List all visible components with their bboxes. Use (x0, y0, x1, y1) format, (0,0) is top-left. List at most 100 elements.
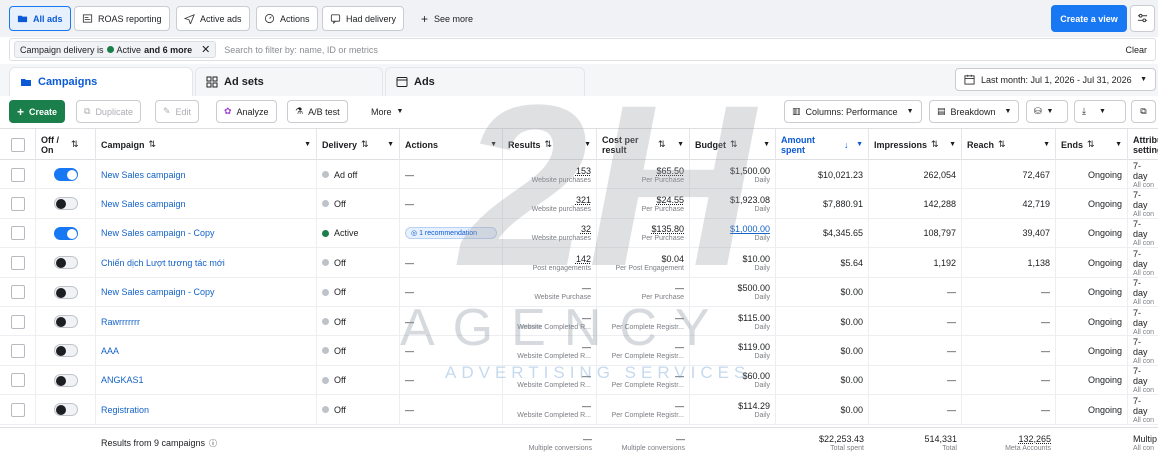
row-checkbox[interactable] (10, 343, 25, 358)
close-icon[interactable]: ✕ (201, 43, 210, 56)
sort-icon: ⇅ (931, 139, 939, 149)
delivery-filter-chip[interactable]: Campaign delivery is Active and 6 more ✕ (14, 41, 217, 58)
header-impressions[interactable]: Impressions ⇅ ▼ (869, 129, 962, 160)
campaign-toggle[interactable] (53, 197, 78, 211)
clear-filter-button[interactable]: Clear (1125, 45, 1147, 55)
header-actions[interactable]: Actions ▼ (400, 129, 503, 160)
campaign-name-link[interactable]: New Sales campaign (101, 199, 311, 209)
campaign-name-link[interactable]: ANGKAS1 (101, 375, 311, 385)
campaign-name-link[interactable]: New Sales campaign - Copy (101, 228, 311, 238)
campaign-toggle[interactable] (53, 226, 78, 240)
campaign-name-link[interactable]: Registration (101, 405, 311, 415)
row-checkbox[interactable] (10, 255, 25, 270)
roas-reporting-tab[interactable]: ROAS reporting (74, 6, 170, 31)
row-checkbox[interactable] (10, 285, 25, 300)
had-delivery-tab[interactable]: Had delivery (322, 6, 405, 31)
row-cost-cell: — Per Complete Registr... (597, 336, 690, 366)
row-budget-cell: $500.00 Daily (690, 277, 776, 307)
table-row[interactable]: AAA Off — — Website Completed R... — Per Compl… (0, 336, 1158, 366)
header-cost-per-result[interactable]: Cost per result ⇅ ▼ (597, 129, 690, 160)
campaign-toggle[interactable] (53, 315, 78, 328)
footer-amount-spent: $22,253.43 Total spent (818, 434, 864, 452)
row-checkbox[interactable] (10, 196, 25, 211)
table-row[interactable]: Registration Off — — Website Completed R... —… (0, 395, 1158, 425)
row-amount-spent-cell: $0.00 (776, 395, 869, 425)
row-impressions-cell: 262,054 (869, 160, 962, 189)
plus-icon: + (421, 11, 429, 26)
header-ends[interactable]: Ends ⇅ ▼ (1056, 129, 1128, 160)
all-ads-tab[interactable]: All ads (9, 6, 71, 31)
more-dropdown[interactable]: More ▼ (364, 100, 411, 123)
campaign-name-link[interactable]: AAA (101, 346, 311, 356)
row-budget-cell: $10.00 Daily (690, 248, 776, 278)
row-checkbox[interactable] (10, 402, 25, 417)
analyze-button[interactable]: ✿ Analyze (216, 100, 277, 123)
toggle-knob (55, 258, 66, 269)
see-more-tab[interactable]: + See more (421, 6, 473, 31)
row-campaign-cell: New Sales campaign (96, 160, 317, 189)
reports-dropdown[interactable]: ⛁ ▼ (1026, 100, 1068, 123)
recommendation-badge[interactable]: ◎ 1 recommendation (405, 227, 497, 240)
campaign-name-link[interactable]: Chiến dịch Lượt tương tác mới (101, 258, 311, 268)
campaign-toggle[interactable] (53, 256, 78, 270)
active-ads-tab[interactable]: Active ads (176, 6, 250, 31)
row-checkbox[interactable] (10, 373, 25, 388)
row-checkbox[interactable] (10, 226, 25, 241)
delivery-status-dot (322, 288, 329, 296)
header-reach[interactable]: Reach ⇅ ▼ (962, 129, 1056, 160)
row-cost-cell: — Per Complete Registr... (597, 307, 690, 336)
view-settings-button[interactable] (1130, 5, 1155, 32)
tab-ad-sets[interactable]: Ad sets (195, 67, 383, 96)
campaign-toggle[interactable] (53, 344, 78, 358)
date-range-picker[interactable]: Last month: Jul 1, 2026 - Jul 31, 2026 ▼ (955, 68, 1156, 91)
tab-campaigns[interactable]: Campaigns (9, 67, 193, 96)
campaign-folder-icon (21, 79, 31, 86)
columns-dropdown[interactable]: ▥ Columns: Performance ▼ (784, 100, 922, 123)
header-results[interactable]: Results ⇅ ▼ (503, 129, 597, 160)
create-button[interactable]: + Create (9, 100, 66, 123)
header-campaign[interactable]: Campaign ⇅ ▼ (96, 129, 317, 160)
table-row[interactable]: New Sales campaign - Copy Active ◎ 1 recom… (0, 218, 1158, 249)
header-budget[interactable]: Budget ⇅ ▼ (690, 129, 776, 160)
campaign-toggle[interactable] (53, 403, 78, 417)
row-cost-cell: — Per Complete Registr... (597, 365, 690, 395)
table-row[interactable]: New Sales campaign Off —321 Website purchas… (0, 189, 1158, 219)
tab-ads[interactable]: Ads (385, 67, 585, 96)
row-select-cell (0, 336, 36, 366)
campaign-toggle[interactable] (53, 373, 78, 387)
row-reach-cell: — (962, 277, 1056, 307)
select-all-checkbox[interactable] (10, 137, 25, 152)
row-ends-cell: Ongoing (1056, 160, 1128, 189)
campaign-name-link[interactable]: New Sales campaign (101, 170, 311, 180)
campaign-toggle[interactable] (53, 285, 78, 299)
edit-button[interactable]: ✎ Edit (155, 100, 200, 123)
export-dropdown[interactable]: ⤓ ▼ (1074, 100, 1126, 123)
table-row[interactable]: New Sales campaign - Copy Off — — Website Pu… (0, 277, 1158, 307)
row-select-cell (0, 395, 36, 425)
campaign-toggle[interactable] (53, 168, 78, 181)
row-toggle-cell (36, 248, 96, 278)
campaign-name-link[interactable]: Rawrrrrrrr (101, 317, 311, 327)
row-checkbox[interactable] (10, 167, 25, 182)
info-icon[interactable]: ⓘ (209, 438, 217, 449)
header-attribution[interactable]: Attribution setting (1128, 129, 1158, 160)
row-reach-cell: — (962, 395, 1056, 425)
filter-search-input[interactable]: Search to filter by: name, ID or metrics (224, 45, 1125, 55)
create-view-button[interactable]: Create a view (1051, 5, 1127, 32)
row-delivery-cell: Off (317, 277, 400, 307)
header-onoff[interactable]: Off / On ⇅ (36, 129, 96, 160)
table-row[interactable]: Rawrrrrrrr Off — — Website Completed R... — Pe… (0, 307, 1158, 337)
expand-button[interactable]: ⧉ (1131, 100, 1156, 123)
duplicate-button[interactable]: ⧉ Duplicate (76, 100, 141, 123)
campaign-name-link[interactable]: New Sales campaign - Copy (101, 287, 311, 297)
ab-test-button[interactable]: ⚗ A/B test (287, 100, 348, 123)
actions-tab[interactable]: Actions (256, 6, 318, 31)
header-delivery[interactable]: Delivery ⇅ ▼ (317, 129, 400, 160)
table-row[interactable]: Chiến dịch Lượt tương tác mới Off —142 Post… (0, 248, 1158, 278)
table-row[interactable]: New Sales campaign Ad off —153 Website purc… (0, 160, 1158, 190)
row-impressions-cell: 108,797 (869, 218, 962, 248)
breakdown-dropdown[interactable]: ▤ Breakdown ▼ (929, 100, 1020, 123)
header-amount-spent[interactable]: Amount spent ↓ ▼ (776, 129, 869, 160)
row-checkbox[interactable] (10, 314, 25, 329)
table-row[interactable]: ANGKAS1 Off — — Website Completed R... — Per C… (0, 365, 1158, 396)
